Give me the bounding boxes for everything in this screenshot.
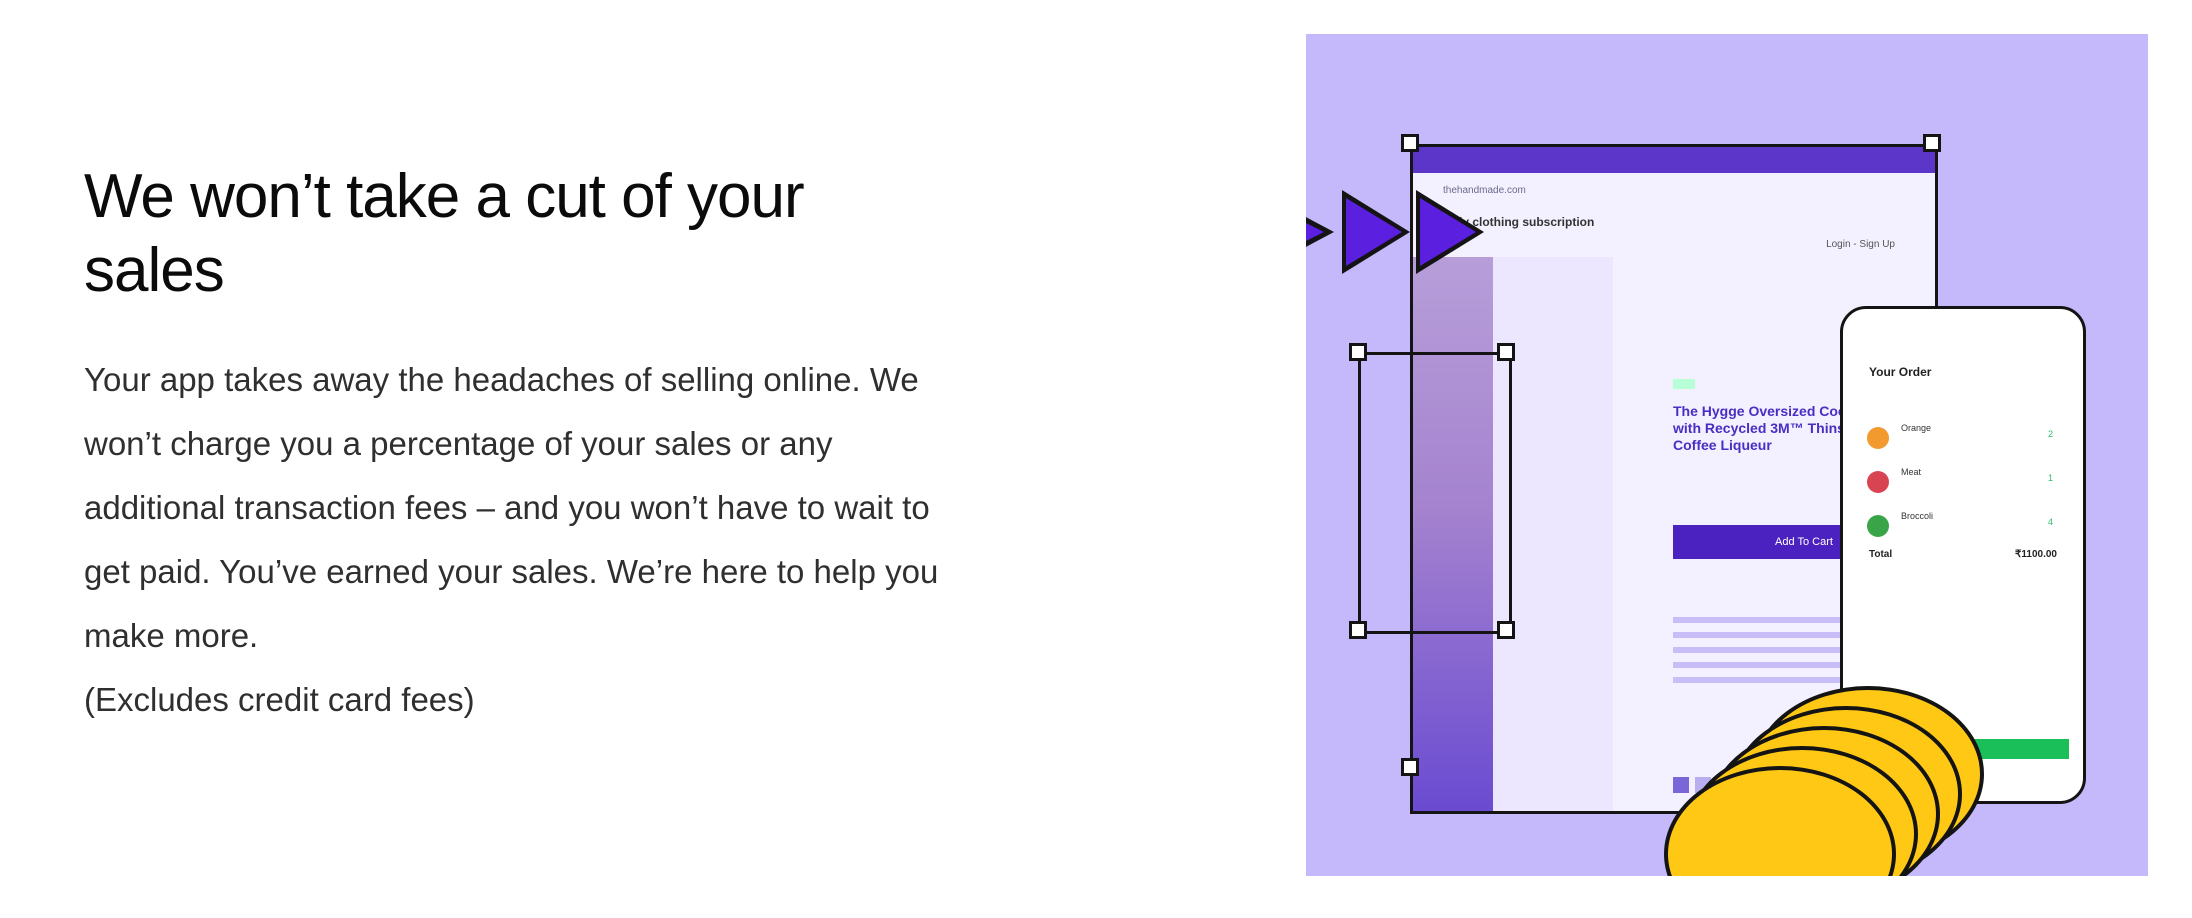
selection-handle — [1349, 621, 1367, 639]
order-total-label: Total — [1869, 549, 1893, 560]
order-item: Meat 1 — [1857, 461, 2067, 501]
selection-handle — [1497, 621, 1515, 639]
arrow-icon — [1306, 220, 1324, 244]
broccoli-icon — [1867, 515, 1889, 537]
order-item-name: Broccoli — [1901, 511, 1934, 521]
order-item: Broccoli 4 — [1857, 505, 2067, 545]
order-total-value: ₹1100.00 — [2015, 549, 2057, 560]
product-badge — [1673, 379, 1695, 389]
arrow-icon — [1420, 198, 1476, 266]
browser-toolbar — [1413, 147, 1935, 173]
selection-handle — [1349, 343, 1367, 361]
selection-handle — [1923, 134, 1941, 152]
order-item-qty: 1 — [2047, 473, 2053, 483]
arrow-icon — [1346, 198, 1402, 266]
selection-handle — [1401, 134, 1419, 152]
feature-headline: We won’t take a cut of your sales — [84, 162, 805, 305]
feature-illustration: thehandmade.com Monthly clothing subscri… — [1306, 34, 2148, 876]
order-item-name: Orange — [1901, 423, 1932, 433]
selection-handle — [1401, 758, 1419, 776]
selection-handle — [1497, 343, 1515, 361]
crop-selection-box — [1358, 352, 1512, 634]
order-item-name: Meat — [1901, 467, 1922, 477]
order-item-qty: 4 — [2047, 517, 2053, 527]
phone-title: Your Order — [1869, 365, 1932, 379]
feature-description: Your app takes away the headaches of sel… — [84, 348, 944, 732]
meat-icon — [1867, 471, 1889, 493]
order-item: Orange 2 — [1857, 417, 2067, 457]
fees-note: (Excludes credit card fees) — [84, 681, 475, 718]
feature-body: Your app takes away the headaches of sel… — [84, 361, 939, 654]
store-login-link: Login - Sign Up — [1826, 239, 1895, 250]
feature-copy: We won’t take a cut of your sales Your a… — [84, 160, 944, 732]
order-item-qty: 2 — [2047, 429, 2053, 439]
orange-icon — [1867, 427, 1889, 449]
